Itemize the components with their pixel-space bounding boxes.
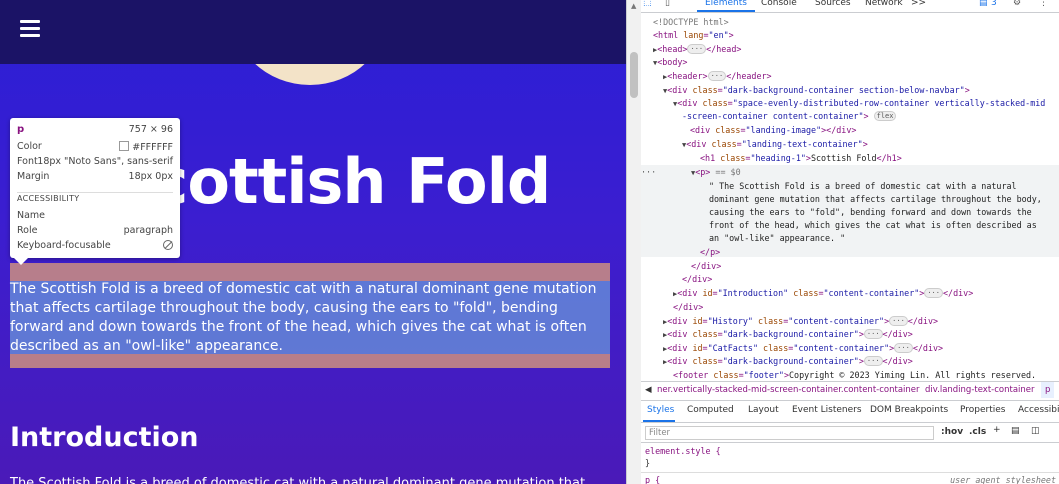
dom-header[interactable]: ▶<header> ··· </header> [663,70,772,84]
dom-p-text-1: " The Scottish Fold is a breed of domest… [709,181,1017,191]
not-focusable-icon [163,240,173,250]
rule-divider [641,472,1059,473]
dom-p-text-5: an "owl-like" appearance. " [709,233,846,243]
tab-console[interactable]: Console [761,0,797,8]
hov-toggle[interactable]: :hov [941,427,963,437]
tooltip-name-label: Name [17,210,46,221]
inspect-tooltip: p 757 × 96 Color #FFFFFF Font 18px "Noto… [10,118,180,258]
tab-styles[interactable]: Styles [647,405,674,415]
dom-landing-text-close[interactable]: </div> [691,260,721,273]
breadcrumb-scroll-left-icon[interactable]: ◀ [645,385,652,395]
dom-row-container-div[interactable]: ▼<div class="space-evenly-distributed-ro… [673,97,1045,111]
tab-event-listeners[interactable]: Event Listeners [792,405,862,415]
styles-filter-row: Filter :hov .cls + ▤ ◫ [641,423,1059,443]
tab-elements[interactable]: Elements [705,0,747,8]
hamburger-menu-icon[interactable] [20,20,40,37]
tooltip-font-value: 18px "Noto Sans", sans-serif [37,156,173,167]
breadcrumb-item-p[interactable]: p [1041,382,1055,398]
devtools-panel: ▲ ⬚ ▯ Elements Console Sources Network >… [626,0,1059,484]
devtools-toolbar: ⬚ ▯ Elements Console Sources Network >> … [641,0,1059,13]
styles-tab-bar: Styles Computed Layout Event Listeners D… [641,400,1059,423]
scroll-up-icon[interactable]: ▲ [631,2,636,10]
introduction-heading: Introduction [10,422,199,453]
tab-sources[interactable]: Sources [815,0,851,8]
dom-landing-text[interactable]: ▼<div class="landing-text-container"> [682,138,868,152]
more-tabs-button[interactable]: >> [911,0,926,8]
tab-dom-breakpoints[interactable]: DOM Breakpoints [870,405,948,415]
introduction-text: The Scottish Fold is a breed of domestic… [10,476,586,484]
issues-count[interactable]: 3 [991,0,997,8]
landing-paragraph: The Scottish Fold is a breed of domestic… [10,281,597,354]
dom-ellipsis-marker[interactable]: ··· [641,166,656,179]
tooltip-margin-label: Margin [17,171,50,182]
dom-scrollbar[interactable]: ▲ [627,0,641,484]
margin-highlight-bottom [10,354,610,368]
paint-icon[interactable]: ▤ [1011,426,1020,436]
cls-toggle[interactable]: .cls [969,427,986,437]
styles-filter-input[interactable]: Filter [645,426,934,440]
tooltip-color-label: Color [17,141,42,152]
dom-p-text-3: causing the ears to "fold", bending forw… [709,207,1032,217]
p-rule-selector[interactable]: p { [645,475,660,484]
color-swatch-icon [119,141,130,151]
breadcrumb: ◀ ner.vertically-stacked-mid-screen-cont… [641,381,1059,401]
dom-p-text-2: dominant gene mutation that affects cart… [709,194,1042,204]
tab-layout[interactable]: Layout [748,405,779,415]
tab-computed[interactable]: Computed [687,405,734,415]
settings-gear-icon[interactable]: ⚙ [1013,0,1021,8]
dom-dark-bg-div-1[interactable]: ▶<div class="dark-background-container">… [663,328,913,342]
tooltip-color-value: #FFFFFF [132,142,173,153]
breadcrumb-item-container[interactable]: ner.vertically-stacked-mid-screen-contai… [657,385,920,395]
css-rules: element.style { } p { user agent stylesh… [641,444,1059,484]
dom-introduction-div[interactable]: ▶<div id="Introduction" class="content-c… [673,287,973,301]
dom-p-text-4: front of the head, which gives the cat w… [709,220,1037,230]
tooltip-font-label: Font [17,156,38,167]
scroll-thumb[interactable] [630,52,638,98]
tab-network[interactable]: Network [865,0,903,8]
dom-head[interactable]: ▶<head> ··· </head> [653,43,741,57]
dom-dark-bg-div-2[interactable]: ▶<div class="dark-background-container">… [663,355,913,369]
tooltip-role-label: Role [17,225,38,236]
device-toolbar-icon[interactable]: ▯ [665,0,670,8]
tab-properties[interactable]: Properties [960,405,1005,415]
active-tab-underline [697,10,755,12]
dom-tree: <!DOCTYPE html> <html lang="en"> ▶<head>… [641,14,1059,380]
dom-section-div[interactable]: ▼<div class="dark-background-container s… [663,84,970,98]
dom-catfacts-div[interactable]: ▶<div id="CatFacts" class="content-conta… [663,342,943,356]
dom-row-container-div-cont[interactable]: -screen-container content-container"> fl… [682,110,897,123]
tooltip-accessibility-heading: ACCESSIBILITY [17,194,80,203]
dom-html[interactable]: <html lang="en"> [653,29,734,42]
element-style-selector[interactable]: element.style { [645,446,721,456]
tooltip-divider [17,192,173,193]
dom-body[interactable]: ▼<body> [653,56,687,70]
navbar [0,0,626,64]
margin-highlight-top [10,263,610,281]
tooltip-role-value: paragraph [123,225,173,236]
tooltip-tag: p [17,124,25,135]
tooltip-margin-value: 18px 0px [128,171,173,182]
page-viewport: Scottish Fold The Scottish Fold is a bre… [0,0,626,484]
tooltip-arrow [14,258,28,265]
inspect-element-icon[interactable]: ⬚ [643,0,652,8]
dom-history-div[interactable]: ▶<div id="History" class="content-contai… [663,315,938,329]
new-style-rule-icon[interactable]: + [993,425,1001,435]
tab-accessibility[interactable]: Accessibility [1018,405,1059,415]
dom-h1[interactable]: <h1 class="heading-1">Scottish Fold</h1> [700,152,902,165]
more-options-icon[interactable]: ⋮ [1039,0,1048,8]
user-agent-stylesheet-label: user agent stylesheet [950,475,1056,484]
dom-doctype[interactable]: <!DOCTYPE html> [653,16,729,29]
issues-icon[interactable]: ▤ [979,0,988,8]
element-style-close: } [645,458,651,468]
breadcrumb-item-landing-text[interactable]: div.landing-text-container [925,385,1035,395]
dom-landing-image[interactable]: <div class="landing-image"></div> [690,124,856,137]
tooltip-size: 757 × 96 [128,124,173,135]
tooltip-keyboard-label: Keyboard-focusable [17,240,111,251]
dom-p-close[interactable]: </p> [700,246,720,259]
toggle-sidebar-icon[interactable]: ◫ [1031,426,1040,436]
flex-badge[interactable]: flex [873,111,897,121]
styles-tab-underline [643,420,675,422]
dom-row-container-close[interactable]: </div> [682,273,712,286]
dom-p-selected[interactable]: ▼<p> == $0 [691,166,741,180]
dom-section-close[interactable]: </div> [673,301,703,314]
